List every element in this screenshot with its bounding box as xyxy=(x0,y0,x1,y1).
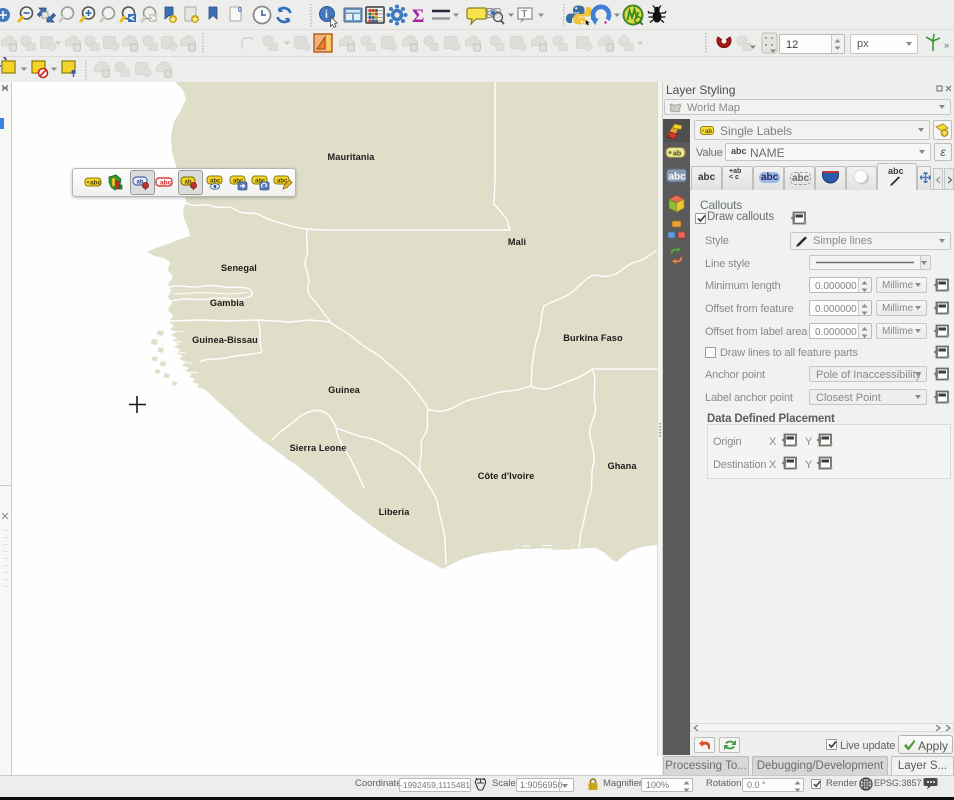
svg-text:abc: abc xyxy=(160,180,172,187)
svg-text:T: T xyxy=(522,9,528,19)
svg-text:ab: ab xyxy=(673,151,681,158)
svg-text:ab: ab xyxy=(705,129,712,135)
svg-text:Σ: Σ xyxy=(412,6,424,27)
svg-text:i: i xyxy=(325,10,328,21)
svg-text:abc: abc xyxy=(90,180,102,187)
svg-text:0: 0 xyxy=(238,7,242,14)
svg-text:»: » xyxy=(944,40,949,50)
svg-text:abc: abc xyxy=(669,172,687,183)
